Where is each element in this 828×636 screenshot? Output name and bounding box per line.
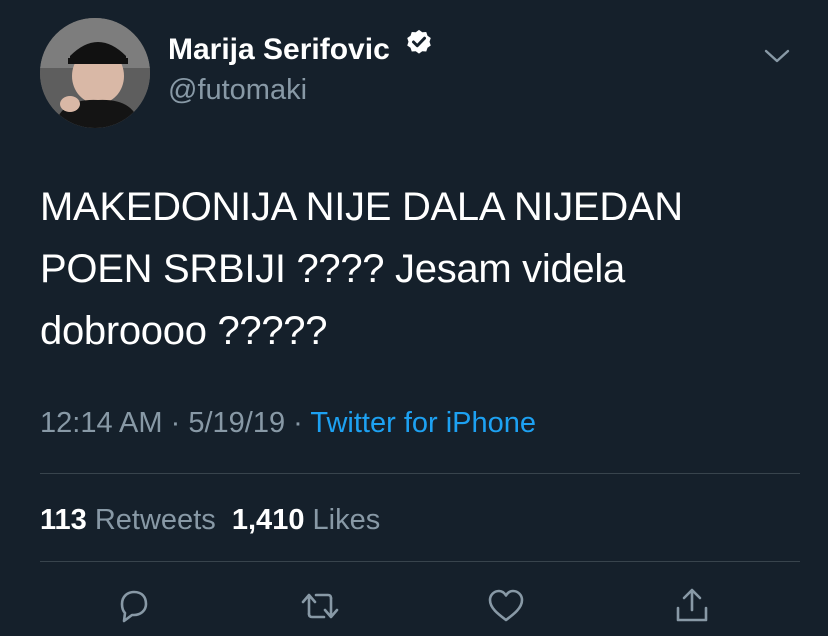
likes-stat[interactable]: 1,410 Likes [232, 504, 380, 536]
tweet-stats: 113 Retweets 1,410 Likes [40, 500, 380, 540]
tweet-detail: Marija Serifovic @futomaki MAKEDONIJA NI… [0, 0, 828, 636]
retweets-count: 113 [40, 504, 87, 536]
retweets-label: Retweets [94, 504, 216, 536]
meta-separator: · [293, 407, 303, 439]
divider [40, 473, 800, 474]
share-icon[interactable] [670, 584, 714, 628]
user-handle[interactable]: @futomaki [168, 72, 307, 108]
verified-badge-icon [404, 28, 434, 69]
likes-count: 1,410 [231, 504, 305, 536]
heart-icon[interactable] [484, 584, 528, 628]
tweet-time[interactable]: 12:14 AM [40, 407, 163, 439]
divider [40, 561, 800, 562]
retweet-icon[interactable] [298, 584, 342, 628]
tweet-metadata: 12:14 AM · 5/19/19 · Twitter for iPhone [40, 403, 536, 443]
display-name[interactable]: Marija Serifovic [168, 28, 434, 72]
tweet-text-line: MAKEDONIJA NIJE DALA NIJEDAN [40, 185, 683, 229]
likes-label: Likes [312, 504, 381, 536]
reply-icon[interactable] [112, 584, 156, 628]
action-bar [0, 584, 828, 628]
avatar[interactable] [40, 18, 150, 128]
display-name-text: Marija Serifovic [168, 33, 390, 66]
meta-separator: · [170, 407, 181, 439]
tweet-text-line: POEN SRBIJI ???? Jesam videla [40, 247, 625, 291]
tweet-source-link[interactable]: Twitter for iPhone [310, 407, 536, 439]
tweet-date[interactable]: 5/19/19 [188, 407, 285, 439]
retweets-stat[interactable]: 113 Retweets [40, 504, 216, 536]
chevron-down-icon[interactable] [764, 46, 790, 66]
avatar-image [40, 18, 150, 128]
tweet-text: MAKEDONIJA NIJE DALA NIJEDAN POEN SRBIJI… [40, 176, 800, 362]
tweet-text-line: dobroooo ????? [40, 309, 328, 353]
